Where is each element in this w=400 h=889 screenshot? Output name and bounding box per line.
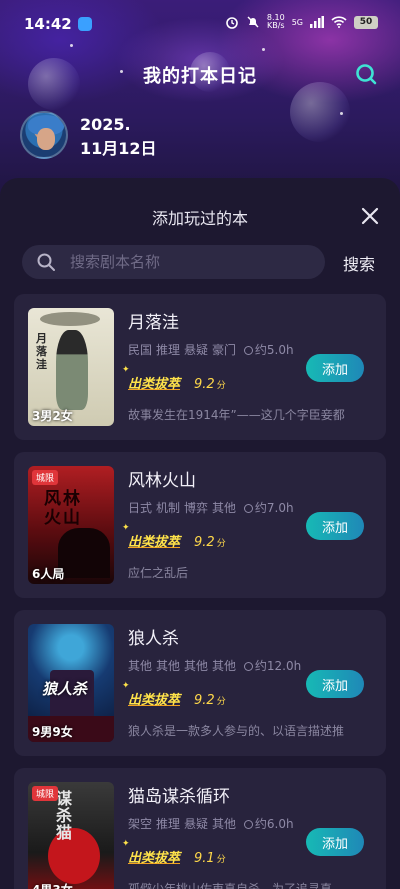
script-card[interactable]: 狼人杀 9男9女 狼人杀 其他 其他 其他 其他 约12.0h ✦ 出类拔萃 9.2 分 … <box>14 610 386 756</box>
rating-row: ✦ 出类拔萃 9.1 分 <box>122 839 226 866</box>
page-title: 我的打本日记 <box>143 66 257 87</box>
cover-moth <box>40 312 100 326</box>
cover-warriors <box>58 528 110 578</box>
mute-icon <box>247 16 259 28</box>
limited-badge: 城限 <box>32 470 59 485</box>
status-time: 14:42 <box>24 15 72 33</box>
rating-badge: ✦ 出类拔萃 <box>122 523 181 550</box>
cover-title: 狼人杀 <box>42 680 88 698</box>
sparkle-icon: ✦ <box>122 523 130 533</box>
rating-score: 9.2 <box>194 693 215 708</box>
script-tags: 其他 其他 其他 其他 约12.0h <box>128 659 302 673</box>
script-cover: 风林火山 城限 6人局 <box>28 466 114 584</box>
sparkle-icon: ✦ <box>122 681 130 691</box>
script-duration: 约7.0h <box>254 501 294 515</box>
player-count: 9男9女 <box>32 725 73 739</box>
star-decoration <box>340 112 343 115</box>
script-name: 风林火山 <box>128 471 196 491</box>
search-field[interactable] <box>22 245 325 279</box>
cover-figure <box>56 330 88 410</box>
script-card[interactable]: 月落洼 3男2女 月落洼 民国 推理 悬疑 豪门 约5.0h ✦ 出类拔萃 9.2 分 故… <box>14 294 386 440</box>
sparkle-icon: ✦ <box>122 365 130 375</box>
rating-badge: ✦ 出类拔萃 <box>122 839 181 866</box>
script-cover: 月落洼 3男2女 <box>28 308 114 426</box>
script-tags: 民国 推理 悬疑 豪门 约5.0h <box>128 343 294 357</box>
cover-title: 月落洼 <box>36 332 47 371</box>
clock-icon <box>243 346 253 355</box>
limited-badge: 城限 <box>32 786 59 801</box>
add-button[interactable]: 添加 <box>306 828 364 856</box>
battery-icon: 50 <box>354 15 378 29</box>
close-icon[interactable] <box>360 206 380 226</box>
script-name: 猫岛谋杀循环 <box>128 787 230 807</box>
net-speed: 8.10 KB/s <box>266 13 285 30</box>
clock-icon <box>243 662 253 671</box>
player-count: 3男2女 <box>32 409 73 423</box>
rating-row: ✦ 出类拔萃 9.2 分 <box>122 365 226 392</box>
add-button[interactable]: 添加 <box>306 670 364 698</box>
script-name: 狼人杀 <box>128 629 179 649</box>
script-name: 月落洼 <box>128 313 179 333</box>
script-description: 狼人杀是一款多人参与的、以语言描述推 <box>128 724 345 738</box>
script-tags: 架空 推理 悬疑 其他 约6.0h <box>128 817 294 831</box>
script-duration: 约6.0h <box>254 817 294 831</box>
script-description: 孤僻少年桃山佐東真自杀，为了追寻真 <box>128 882 333 889</box>
rating-badge: ✦ 出类拔萃 <box>122 681 181 708</box>
status-icons: 8.10 KB/s 5G 50 <box>225 14 378 30</box>
script-duration: 约12.0h <box>254 659 302 673</box>
sparkle-icon: ✦ <box>122 839 130 849</box>
date-year: 2025. <box>80 115 131 134</box>
alarm-icon <box>226 17 238 29</box>
signal-label: 5G <box>291 17 303 27</box>
date-day: 11月12日 <box>80 139 157 158</box>
player-count: 6人局 <box>32 567 65 581</box>
script-description: 应仁之乱后 <box>128 566 189 580</box>
script-description: 故事发生在1914年”——这几个字臣妾都 <box>128 408 345 422</box>
search-input[interactable] <box>70 253 290 271</box>
rating-row: ✦ 出类拔萃 9.2 分 <box>122 681 226 708</box>
rating-score: 9.1 <box>194 851 215 866</box>
rating-score: 9.2 <box>194 535 215 550</box>
clock-icon <box>243 820 253 829</box>
search-button[interactable]: 搜索 <box>343 251 375 275</box>
script-cover: 狼人杀 9男9女 <box>28 624 114 742</box>
add-button[interactable]: 添加 <box>306 354 364 382</box>
script-cover: 谋杀猫 城限 4男3女 <box>28 782 114 889</box>
script-card[interactable]: 谋杀猫 城限 4男3女 猫岛谋杀循环 架空推理悬疑其他 约6.0h ✦出类拔萃 … <box>14 768 386 889</box>
add-button[interactable]: 添加 <box>306 512 364 540</box>
wifi-icon <box>331 16 347 28</box>
star-decoration <box>262 48 265 51</box>
sheet-title: 添加玩过的本 <box>151 209 248 228</box>
signal-icon <box>310 16 324 28</box>
avatar[interactable] <box>20 111 68 159</box>
rating-badge: ✦ 出类拔萃 <box>122 365 181 392</box>
date-display: 2025. 11月12日 <box>80 113 157 161</box>
search-icon[interactable] <box>354 62 378 86</box>
app-notification-icon <box>77 17 92 31</box>
cover-title: 风林火山 <box>44 489 82 528</box>
script-card[interactable]: 风林火山 城限 6人局 风林火山 日式 机制 博弈 其他 约7.0h ✦ 出类拔萃 9.… <box>14 452 386 598</box>
search-icon <box>37 253 55 271</box>
rating-row: ✦ 出类拔萃 9.2 分 <box>122 523 226 550</box>
script-duration: 约5.0h <box>254 343 294 357</box>
cover-title: 谋杀猫 <box>56 789 73 842</box>
script-tags: 日式 机制 博弈 其他 约7.0h <box>128 501 294 515</box>
rating-score: 9.2 <box>194 377 215 392</box>
player-count: 4男3女 <box>32 881 73 889</box>
clock-icon <box>243 504 253 513</box>
